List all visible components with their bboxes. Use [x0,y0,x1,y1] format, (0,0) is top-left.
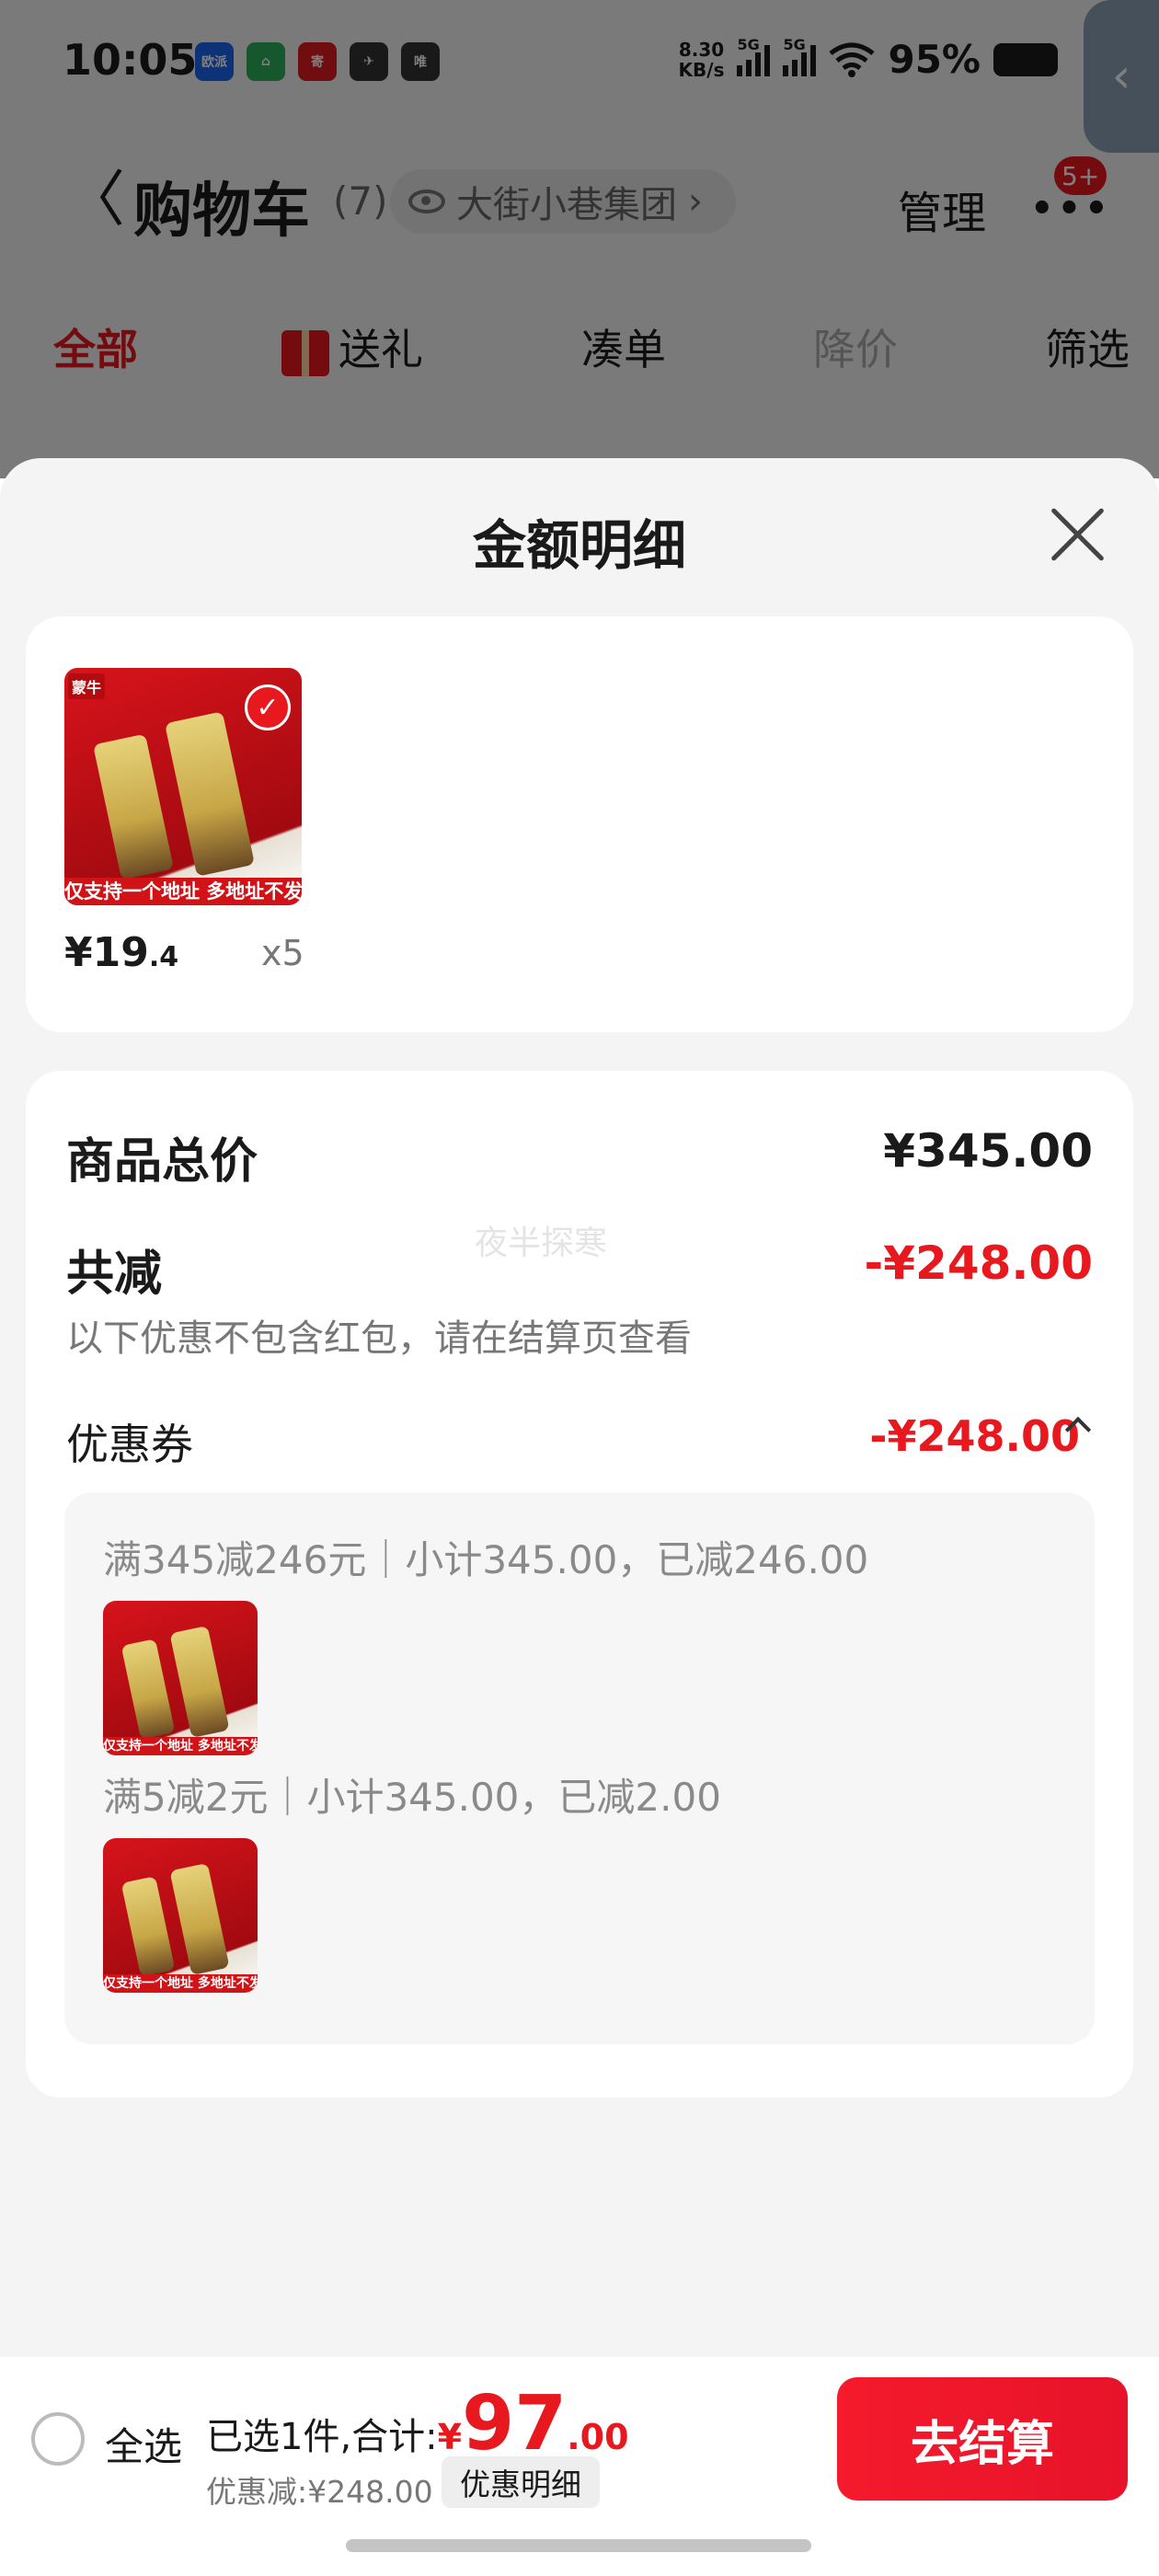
product-bar-2 [165,711,255,877]
watermark-text: 夜半探寒 [475,1225,608,1262]
select-all-checkbox[interactable] [31,2412,85,2466]
item-price: ¥19.4 [64,929,178,976]
product-bar-1 [120,1639,176,1740]
coupon-value[interactable]: -¥248.00 [869,1411,1080,1461]
product-notice: 仅支持一个地址 多地址不发货 [103,1737,258,1755]
product-bar-2 [169,1862,230,1976]
product-notice: 仅支持一个地址 多地址不发货 [103,1974,258,1993]
price-summary-card: 商品总价 ¥345.00 夜半探寒 共减 -¥248.00 以下优惠不包含红包，… [26,1071,1133,2098]
selected-count-text: 已选1件,合计: [206,2416,438,2458]
product-bar-2 [169,1625,230,1739]
discount-amount: 优惠减:¥248.00 [206,2474,433,2510]
coupon-label: 优惠券 [66,1420,193,1469]
product-notice: 仅支持一个地址 多地址不发货 [64,878,302,905]
checkout-bar: 全选 已选1件,合计: ¥ 97 .00 优惠减:¥248.00 优惠明细 去结… [0,2357,1159,2513]
item-price-dec: .4 [148,941,179,973]
sheet-title: 金额明细 [472,514,686,577]
coupon-product-image[interactable]: 仅支持一个地址 多地址不发货 [103,1838,258,1993]
home-indicator[interactable] [0,2513,1159,2576]
coupon-rule: 满345减246元｜小计345.00，已减246.00 [103,1537,869,1582]
coupon-product-image[interactable]: 仅支持一个地址 多地址不发货 [103,1601,258,1755]
total-int: 97 [462,2380,568,2467]
currency-symbol: ¥ [437,2417,463,2457]
item-quantity: x5 [261,933,304,973]
total-value: ¥345.00 [883,1124,1093,1178]
discount-detail-button[interactable]: 优惠明细 [442,2456,600,2508]
product-bar-1 [93,733,174,880]
select-all-label[interactable]: 全选 [105,2416,182,2472]
product-bar-1 [120,1876,176,1977]
total-dec: .00 [567,2417,629,2457]
amount-detail-sheet: 金额明细 蒙牛 仅支持一个地址 多地址不发货 ✓ ¥19.4 x5 商品总价 ¥… [0,458,1159,2357]
checkmark-icon: ✓ [245,684,291,730]
total-summary: 已选1件,合计: ¥ 97 .00 [206,2380,629,2467]
reduce-label: 共减 [66,1247,163,1302]
checkout-button[interactable]: 去结算 [837,2377,1128,2501]
dim-overlay[interactable] [0,0,1159,478]
close-icon[interactable] [1047,504,1107,565]
reduce-value: -¥248.00 [864,1236,1094,1290]
product-image[interactable]: 蒙牛 仅支持一个地址 多地址不发货 ✓ [64,668,302,905]
coupon-detail-box: 满345减246元｜小计345.00，已减246.00 仅支持一个地址 多地址不… [64,1492,1095,2044]
item-price-int: ¥19 [64,929,149,976]
total-label: 商品总价 [66,1134,258,1190]
discount-note: 以下优惠不包含红包，请在结算页查看 [66,1317,692,1360]
coupon-rule: 满5减2元｜小计345.00，已减2.00 [103,1775,721,1820]
brand-tag: 蒙牛 [68,673,106,699]
selected-items-card: 蒙牛 仅支持一个地址 多地址不发货 ✓ ¥19.4 x5 [26,616,1133,1032]
